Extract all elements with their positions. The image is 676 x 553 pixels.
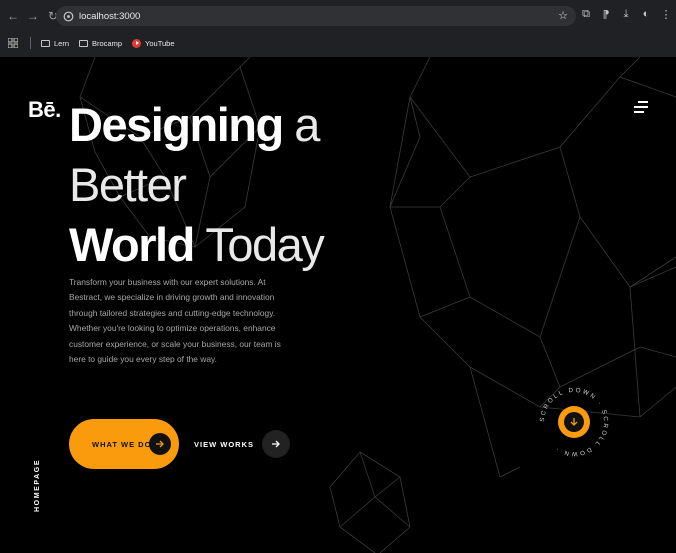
- bookmark-star-icon[interactable]: ☆: [558, 9, 568, 22]
- download-icon[interactable]: ⤓: [620, 7, 632, 21]
- browser-toolbar: ← → ↻ localhost:3000 ☆ ⧉ ⁋ ⤓ ◐ ⋮: [0, 0, 676, 32]
- hero-headline: Designing a Better World Today: [69, 95, 429, 275]
- scroll-button[interactable]: [558, 406, 590, 438]
- bookmarks-bar: Lern Brocamp YouTube: [0, 33, 676, 53]
- headline-bold-1: Designing: [69, 98, 284, 151]
- site-info-icon[interactable]: [61, 9, 75, 23]
- bookmarks-divider: [30, 37, 31, 49]
- bookmark-label: Brocamp: [92, 38, 123, 48]
- more-menu-icon[interactable]: ⋮: [660, 7, 672, 21]
- browser-chrome: ← → ↻ localhost:3000 ☆ ⧉ ⁋ ⤓ ◐ ⋮ Lern Br…: [0, 0, 676, 57]
- address-bar[interactable]: localhost:3000 ☆: [56, 6, 576, 26]
- extension-icons: ⧉ ⁋ ⤓ ◐ ⋮: [580, 7, 672, 21]
- arrow-right-icon: [262, 430, 290, 458]
- arrow-down-icon: [564, 412, 584, 432]
- what-we-do-button[interactable]: WHAT WE DO: [69, 419, 179, 469]
- extension-puzzle-icon[interactable]: ⧉: [580, 7, 592, 21]
- youtube-icon: [132, 38, 142, 48]
- scroll-down-indicator[interactable]: SCROLL DOWN · SCROLL DOWN ·: [534, 382, 614, 462]
- web-page: Bē. Designing a Better World Today Trans…: [0, 57, 676, 553]
- back-icon[interactable]: ←: [4, 7, 22, 25]
- headline-light-2: Today: [205, 218, 324, 271]
- bookmark-youtube[interactable]: YouTube: [132, 38, 175, 48]
- view-works-button[interactable]: VIEW WORKS: [194, 430, 290, 458]
- brand-logo[interactable]: Bē.: [28, 97, 61, 123]
- bookmark-brocamp[interactable]: Brocamp: [79, 39, 122, 48]
- folder-icon: [41, 39, 50, 47]
- translate-icon[interactable]: ⁋: [600, 7, 612, 21]
- bookmark-label: YouTube: [145, 38, 175, 48]
- hero-description: Transform your business with our expert …: [69, 277, 281, 365]
- url-text: localhost:3000: [79, 10, 141, 22]
- profile-icon[interactable]: ◐: [640, 7, 652, 21]
- folder-icon: [79, 39, 89, 47]
- button-label: WHAT WE DO: [92, 439, 152, 449]
- headline-bold-2: World: [69, 218, 195, 271]
- bookmark-label: Lern: [54, 38, 70, 48]
- hamburger-menu-icon[interactable]: [634, 100, 648, 114]
- button-label: VIEW WORKS: [194, 439, 254, 449]
- apps-grid-icon[interactable]: [7, 37, 19, 49]
- bookmark-lern[interactable]: Lern: [41, 39, 69, 48]
- arrow-right-icon: [149, 433, 171, 455]
- side-page-label: HOMEPAGE: [34, 458, 41, 512]
- forward-icon[interactable]: →: [24, 7, 42, 25]
